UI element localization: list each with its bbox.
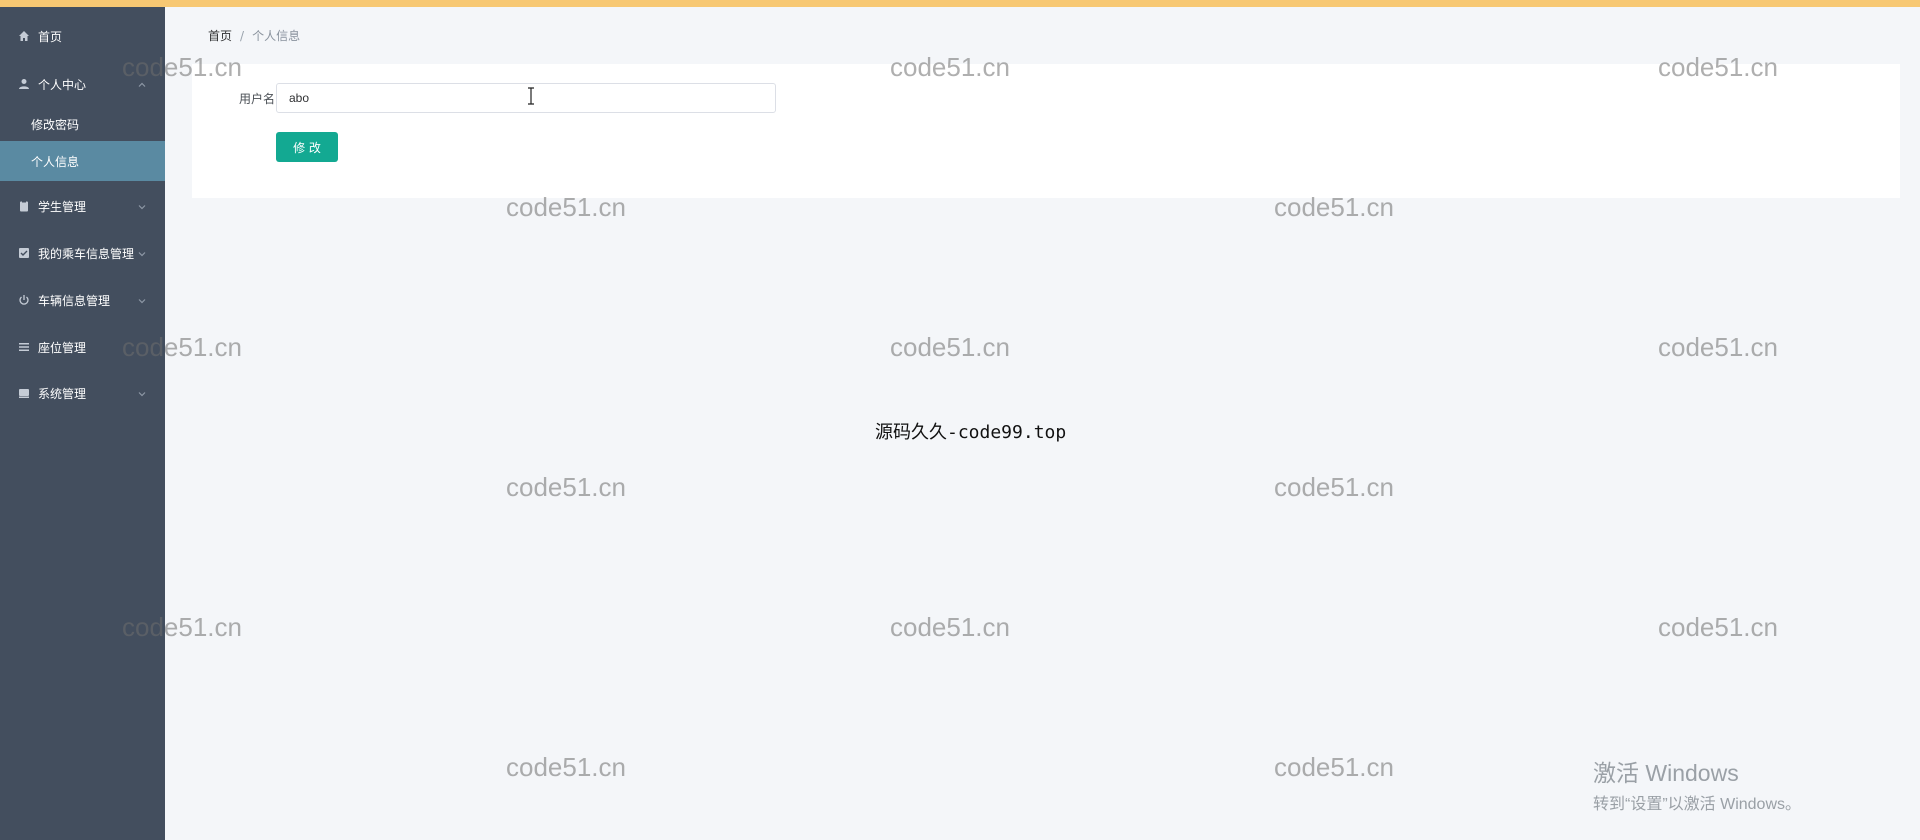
chevron-up-icon (137, 79, 147, 89)
chevron-down-icon (137, 295, 147, 305)
sidebar-item-system-management[interactable]: 系统管理 (0, 378, 165, 408)
sidebar-item-vehicle-info[interactable]: 车辆信息管理 (0, 285, 165, 315)
center-site-text: 源码久久-code99.top (875, 422, 1067, 443)
breadcrumb-home[interactable]: 首页 (208, 27, 232, 44)
top-accent-stripe (0, 0, 1920, 7)
user-icon (18, 78, 30, 90)
sidebar: 首页 个人中心 修改密码 个人信息 学生管理 我的乘车信息管理 车辆信息管理 座… (0, 7, 165, 840)
submit-button[interactable]: 修 改 (276, 132, 338, 162)
sidebar-item-label: 我的乘车信息管理 (38, 246, 135, 261)
profile-form-card: 用户名 修 改 (192, 64, 1900, 198)
sidebar-item-my-ride-info[interactable]: 我的乘车信息管理 (0, 238, 165, 268)
checkbox-icon (18, 247, 30, 259)
breadcrumb-current: 个人信息 (252, 29, 301, 43)
submenu-item-label: 修改密码 (31, 117, 80, 132)
sidebar-item-label: 个人中心 (38, 77, 87, 92)
text-cursor-icon (528, 87, 534, 105)
sidebar-item-seat-management[interactable]: 座位管理 (0, 332, 165, 362)
chevron-down-icon (137, 201, 147, 211)
home-icon (18, 30, 30, 42)
submenu-item-change-password[interactable]: 修改密码 (0, 104, 165, 144)
sidebar-item-home[interactable]: 首页 (0, 21, 165, 51)
windows-activation-notice: 激活 Windows 转到“设置”以激活 Windows。 (1593, 754, 1801, 814)
sidebar-item-personal-center[interactable]: 个人中心 (0, 69, 165, 99)
sidebar-item-label: 学生管理 (38, 199, 87, 214)
list-icon (18, 341, 30, 353)
breadcrumb: 首页 / 个人信息 (208, 27, 300, 44)
breadcrumb-separator: / (240, 28, 245, 43)
activation-title: 激活 Windows (1593, 760, 1739, 786)
chevron-down-icon (137, 388, 147, 398)
username-label: 用户名 (238, 92, 275, 106)
sidebar-item-student-management[interactable]: 学生管理 (0, 191, 165, 221)
chevron-down-icon (137, 248, 147, 258)
sidebar-item-label: 车辆信息管理 (38, 293, 111, 308)
submenu-item-personal-info[interactable]: 个人信息 (0, 141, 165, 181)
activation-subtitle: 转到“设置”以激活 Windows。 (1593, 796, 1802, 813)
submenu-item-label: 个人信息 (31, 154, 80, 169)
sidebar-item-label: 首页 (38, 29, 63, 44)
sidebar-item-label: 座位管理 (38, 340, 87, 355)
clipboard-icon (18, 200, 30, 212)
sidebar-item-label: 系统管理 (38, 386, 87, 401)
drive-icon (18, 387, 30, 399)
power-icon (18, 294, 30, 306)
